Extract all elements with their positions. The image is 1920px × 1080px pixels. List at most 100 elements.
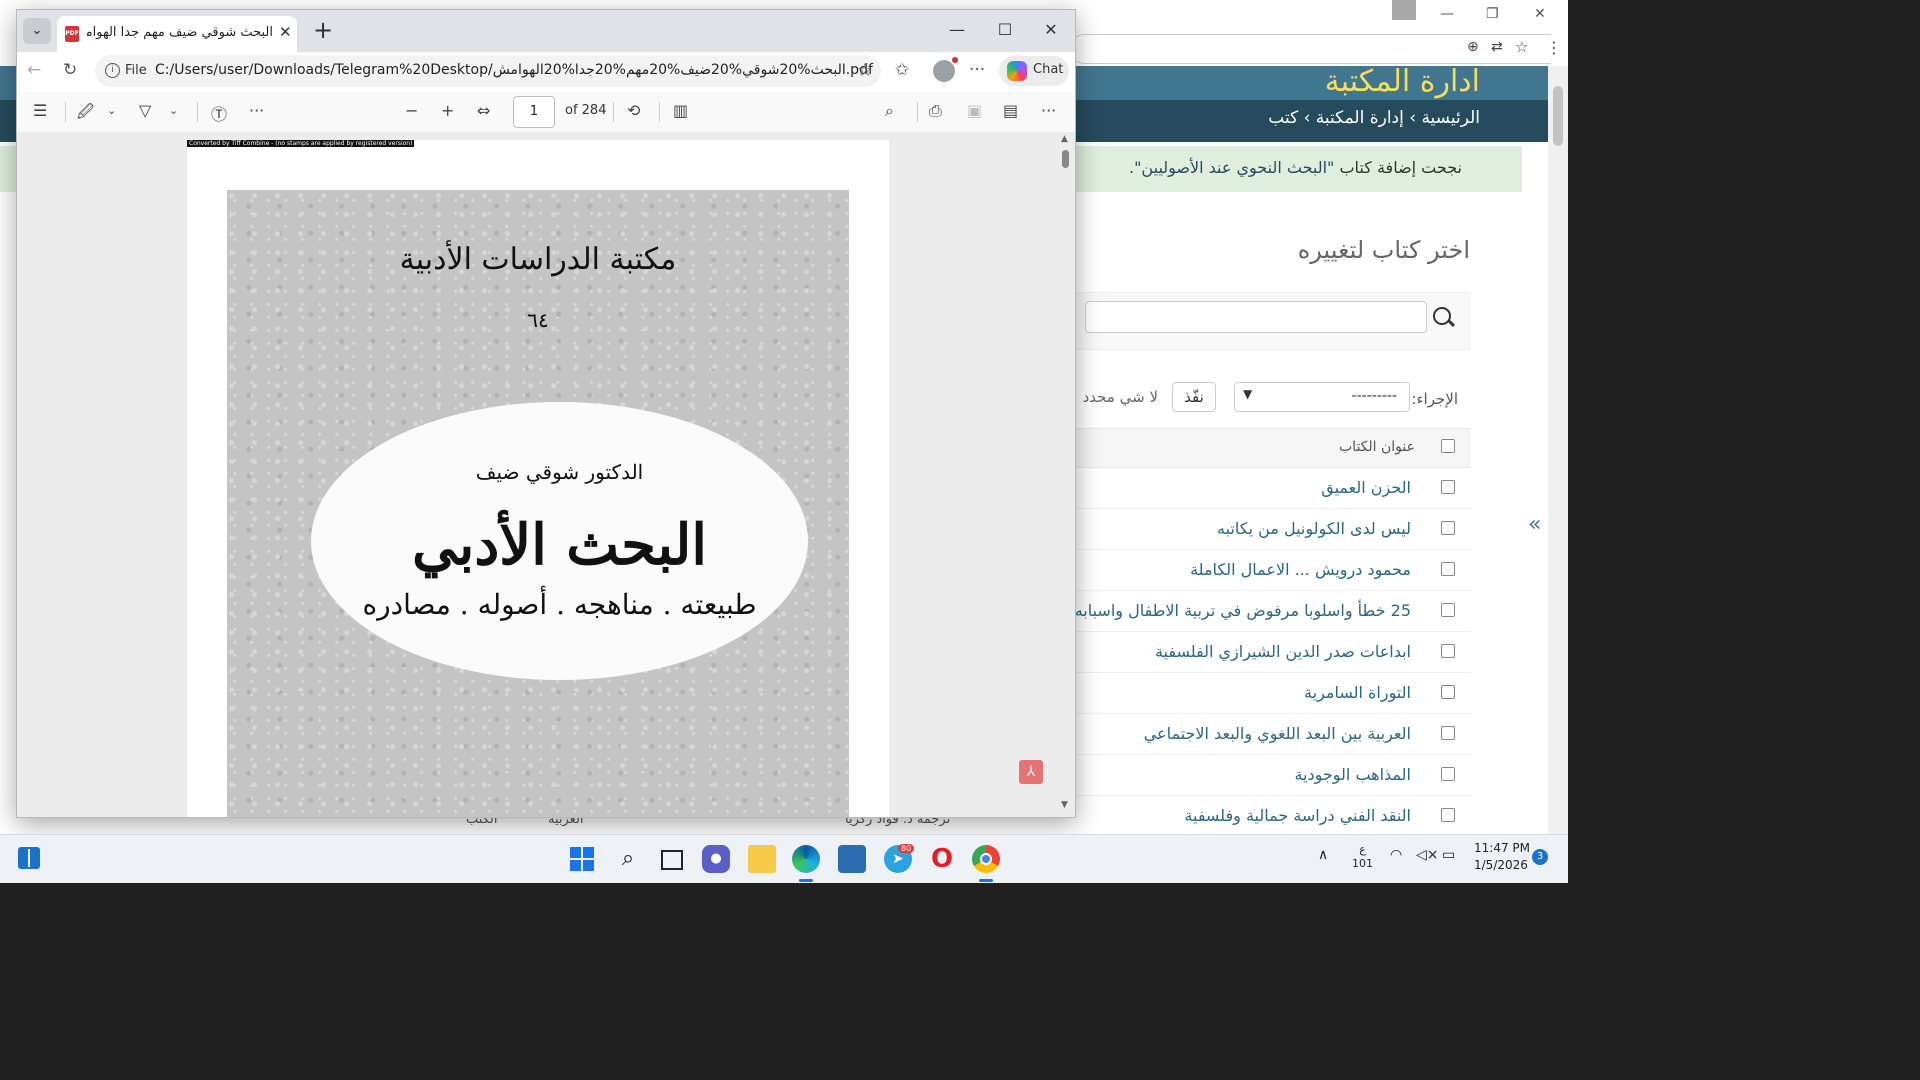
row-checkbox[interactable] xyxy=(1441,767,1455,781)
site-title[interactable]: ادارة المكتبة xyxy=(1325,64,1480,99)
translate-icon[interactable]: ⇄ xyxy=(1491,39,1503,55)
text-icon[interactable]: Ⓣ xyxy=(211,101,227,125)
success-book-link[interactable]: "البحث النحوي عند الأصوليين". xyxy=(1129,158,1334,177)
volume-muted-icon[interactable]: ◁× xyxy=(1416,847,1439,863)
fit-width-icon[interactable]: ⇔ xyxy=(477,101,490,120)
draw-icon[interactable]: ▽ xyxy=(139,101,151,120)
address-bar[interactable]: i File C:/Users/user/Downloads/Telegram%… xyxy=(95,55,881,87)
wifi-icon[interactable]: ◠ xyxy=(1390,847,1402,863)
book-link[interactable]: العربية بين البعد اللغوي والبعد الاجتماع… xyxy=(1144,724,1411,743)
toolbar-divider xyxy=(65,102,66,122)
row-checkbox[interactable] xyxy=(1441,685,1455,699)
chevron-down-icon[interactable]: ⌄ xyxy=(107,104,116,117)
background-address-bar[interactable]: ⊕ ⇄ ☆ xyxy=(1070,34,1551,64)
back-icon[interactable]: ← xyxy=(27,60,41,80)
book-link[interactable]: ابداعات صدر الدين الشيرازي الفلسفية xyxy=(1155,642,1411,661)
book-link[interactable]: 25 خطأ واسلوبا مرفوض في تربية الاطفال وا… xyxy=(1075,601,1411,620)
row-checkbox[interactable] xyxy=(1441,562,1455,576)
tab-close-icon[interactable]: ✕ xyxy=(279,23,292,41)
refresh-icon[interactable]: ↻ xyxy=(63,60,77,80)
highlight-icon[interactable]: 🖉 xyxy=(77,101,94,128)
user-avatar-icon[interactable] xyxy=(1392,0,1416,20)
more-tools-icon[interactable]: ··· xyxy=(249,101,264,120)
row-checkbox[interactable] xyxy=(1441,480,1455,494)
rotate-icon[interactable]: ⟲ xyxy=(627,101,640,120)
tray-overflow-icon[interactable]: ∧ xyxy=(1318,847,1328,863)
action-select[interactable]: --------- ▼ xyxy=(1234,382,1410,412)
book-link[interactable]: التوراة السامرية xyxy=(1304,683,1411,702)
chevron-down-icon[interactable]: ⌄ xyxy=(169,104,178,117)
pdf-scrollbar[interactable]: ▲ ▼ xyxy=(1057,132,1075,817)
battery-icon[interactable]: ▭ xyxy=(1442,847,1455,863)
row-checkbox[interactable] xyxy=(1441,521,1455,535)
chrome-icon[interactable] xyxy=(972,845,1000,873)
row-checkbox[interactable] xyxy=(1441,644,1455,658)
scroll-up-icon[interactable]: ▲ xyxy=(1061,134,1068,144)
acrobat-icon[interactable]: ⅄ xyxy=(1019,760,1043,784)
copilot-chat-button[interactable]: Chat xyxy=(999,56,1069,86)
notification-badge[interactable]: 3 xyxy=(1532,849,1548,865)
save-icon[interactable]: ▣ xyxy=(967,101,982,120)
breadcrumb-text[interactable]: الرئيسية › إدارة المكتبة › كتب xyxy=(1268,108,1480,128)
more-menu-icon[interactable]: ⋮ xyxy=(1546,38,1562,57)
favorite-star-icon[interactable]: ☆ xyxy=(857,60,873,81)
scroll-down-icon[interactable]: ▼ xyxy=(1061,800,1068,810)
bookmark-star-icon[interactable]: ☆ xyxy=(1515,38,1528,56)
favorites-icon[interactable]: ✩ xyxy=(895,60,909,80)
print-icon[interactable]: ⎙ xyxy=(929,101,942,121)
book-link[interactable]: المذاهب الوجودية xyxy=(1294,765,1411,784)
search-icon[interactable] xyxy=(1433,307,1451,325)
input-language-indicator[interactable]: ع 101 xyxy=(1352,843,1373,871)
settings-more-icon[interactable]: ··· xyxy=(969,60,985,80)
minimize-icon[interactable]: — xyxy=(947,20,967,39)
background-scrollbar[interactable] xyxy=(1548,66,1568,834)
zoom-out-icon[interactable]: − xyxy=(405,101,418,120)
column-header-title[interactable]: عنوان الكتاب xyxy=(1339,439,1415,455)
widgets-icon[interactable] xyxy=(18,847,40,869)
save-as-icon[interactable]: ▤ xyxy=(1003,101,1018,120)
search-input[interactable] xyxy=(1085,301,1427,333)
close-icon[interactable]: ✕ xyxy=(1534,6,1546,22)
task-view-icon[interactable] xyxy=(658,845,686,873)
start-menu-icon[interactable] xyxy=(568,845,596,873)
clock-date[interactable]: 1/5/2026 xyxy=(1474,858,1528,872)
store-icon[interactable] xyxy=(838,845,866,873)
zoom-icon[interactable]: ⊕ xyxy=(1467,39,1479,55)
more-options-icon[interactable]: ··· xyxy=(1041,101,1056,120)
profile-avatar-icon[interactable] xyxy=(933,57,958,82)
sidebar-toggle-icon[interactable]: « xyxy=(1528,512,1541,537)
book-link[interactable]: ليس لدى الكولونيل من يكاتبه xyxy=(1217,519,1411,538)
clock-time[interactable]: 11:47 PM xyxy=(1474,841,1530,855)
info-icon[interactable]: i xyxy=(105,63,120,78)
row-checkbox[interactable] xyxy=(1441,726,1455,740)
new-tab-icon[interactable]: + xyxy=(313,17,333,43)
page-view-icon[interactable]: ▥ xyxy=(673,101,688,120)
table-row: التوراة السامرية xyxy=(1075,673,1471,714)
page-number-input[interactable]: 1 xyxy=(513,96,555,128)
tab-actions-button[interactable]: ⌄ xyxy=(23,18,51,44)
pdf-viewer[interactable]: Converted by Tiff Combine - (no stamps a… xyxy=(17,132,1075,817)
close-window-icon[interactable]: ✕ xyxy=(1041,20,1061,39)
go-button[interactable]: نفّذ xyxy=(1172,382,1216,412)
row-checkbox[interactable] xyxy=(1441,808,1455,822)
book-link[interactable]: النقد الفني دراسة جمالية وفلسفية xyxy=(1184,806,1411,825)
maximize-icon[interactable]: ☐ xyxy=(995,20,1015,39)
select-all-checkbox[interactable] xyxy=(1441,439,1455,453)
address-url[interactable]: C:/Users/user/Downloads/Telegram%20Deskt… xyxy=(155,62,873,78)
find-icon[interactable]: ⌕ xyxy=(885,101,894,121)
restore-icon[interactable]: ❐ xyxy=(1486,6,1499,22)
book-link[interactable]: الحزن العميق xyxy=(1321,478,1411,497)
file-explorer-icon[interactable] xyxy=(748,845,776,873)
scrollbar-thumb[interactable] xyxy=(1062,150,1069,168)
table-of-contents-icon[interactable]: ☰ xyxy=(33,101,47,120)
book-link[interactable]: محمود درويش ... الاعمال الكاملة xyxy=(1190,560,1411,579)
teams-chat-icon[interactable]: ● xyxy=(702,845,730,873)
scrollbar-thumb[interactable] xyxy=(1553,86,1563,146)
search-icon[interactable]: ⌕ xyxy=(614,845,642,873)
tab-pdf[interactable]: PDF البحث شوقي ضيف مهم جدا الهوامش ✕ xyxy=(57,16,297,52)
edge-browser-icon[interactable] xyxy=(792,845,820,873)
row-checkbox[interactable] xyxy=(1441,603,1455,617)
opera-icon[interactable]: O xyxy=(928,845,956,873)
zoom-in-icon[interactable]: + xyxy=(441,101,454,120)
minimize-icon[interactable]: — xyxy=(1440,6,1454,22)
